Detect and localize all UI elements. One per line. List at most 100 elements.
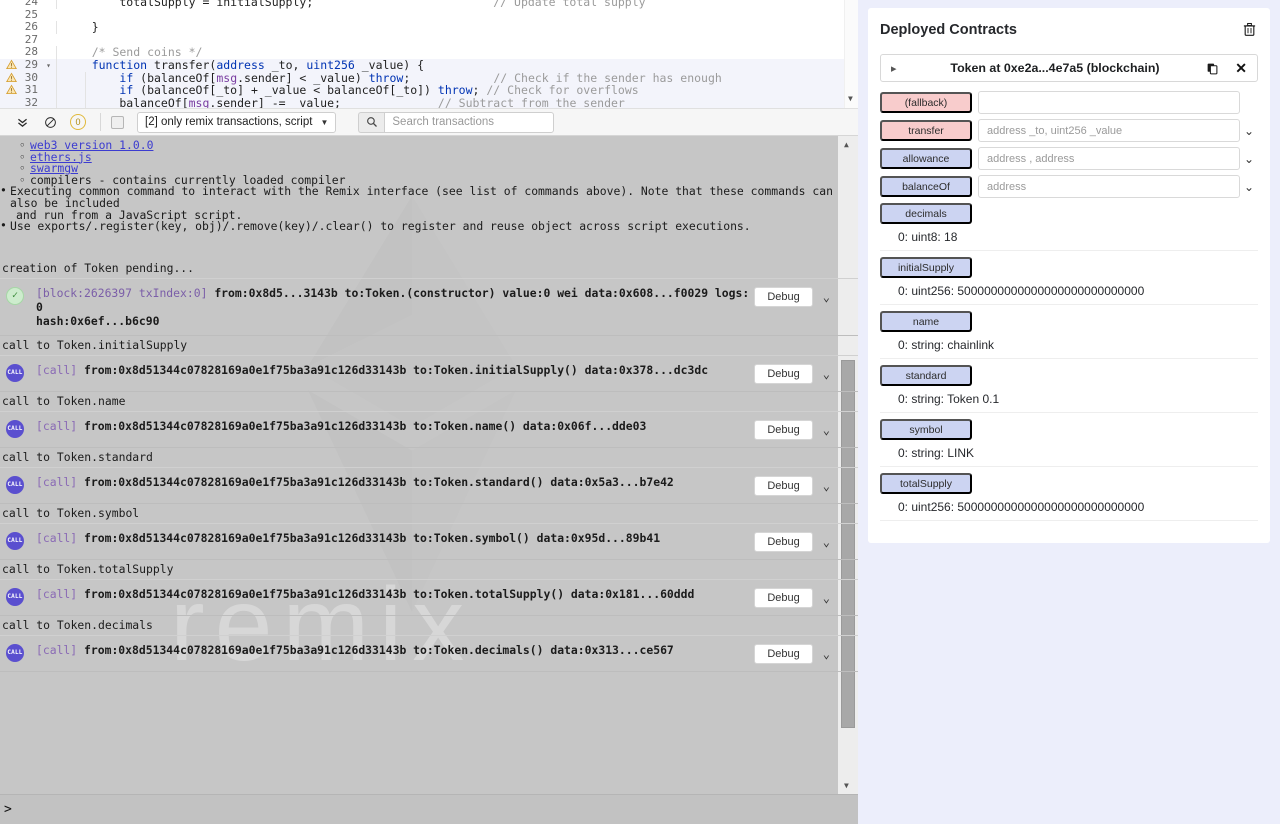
function-input-fallback[interactable] <box>978 91 1240 114</box>
copy-icon[interactable] <box>1203 62 1221 75</box>
close-icon[interactable]: ✕ <box>1221 60 1247 77</box>
code-line: 32 balanceOf[msg.sender] -= _value; // S… <box>0 95 858 108</box>
transaction-detail-text: [call] from:0x8d51344c07828169a0e1f75ba3… <box>36 475 754 489</box>
transaction-body: from:0x8d51344c07828169a0e1f75ba3a91c126… <box>84 362 709 377</box>
transaction-actions: Debug ⌄ <box>754 531 830 552</box>
function-result-value: 0: string: Token 0.1 <box>898 392 1000 406</box>
warning-icon[interactable] <box>6 59 18 71</box>
contract-function-result-group: standard 0: string: Token 0.1 <box>880 365 1258 413</box>
indent-guide <box>56 58 57 72</box>
chevron-down-icon[interactable]: ⌄ <box>823 535 830 549</box>
chevron-down-icon[interactable]: ⌄ <box>823 423 830 437</box>
caret-right-icon[interactable]: ▸ <box>891 62 907 75</box>
function-input-transfer[interactable]: address _to, uint256 _value <box>978 119 1240 142</box>
function-input-balanceof[interactable]: address <box>978 175 1240 198</box>
search-icon[interactable] <box>358 111 385 133</box>
call-badge-icon: CALL <box>6 475 24 494</box>
transaction-body: from:0x8d51344c07828169a0e1f75ba3a91c126… <box>84 418 647 433</box>
udapp-panel: Deployed Contracts ▸ Token at 0xe2a...4e… <box>858 0 1280 824</box>
terminal-transaction-row[interactable]: CALL [call] from:0x8d51344c07828169a0e1f7… <box>0 634 858 672</box>
transaction-filter-value: [2] only remix transactions, script <box>145 116 313 128</box>
terminal-transaction-row[interactable]: CALL [call] from:0x8d51344c07828169a0e1f7… <box>0 578 858 616</box>
debug-button[interactable]: Debug <box>754 475 813 496</box>
chevron-down-icon[interactable]: ⌄ <box>823 479 830 493</box>
chevron-down-icon[interactable]: ⌄ <box>1240 152 1258 166</box>
debug-button[interactable]: Debug <box>754 587 813 608</box>
terminal-text: Executing common command to interact wit… <box>10 184 833 210</box>
terminal-transaction-row[interactable]: ✓ [block:2626397 txIndex:0] from:0x8d5...… <box>0 277 858 336</box>
code-token: // Subtract from the sender <box>340 95 625 108</box>
function-input-allowance[interactable]: address , address <box>978 147 1240 170</box>
contract-function-group: balanceOf address ⌄ <box>880 175 1258 198</box>
function-button-standard[interactable]: standard <box>880 365 972 386</box>
debug-button[interactable]: Debug <box>754 531 813 552</box>
warning-icon[interactable] <box>6 72 18 84</box>
terminal-filter-checkbox[interactable] <box>111 115 124 129</box>
contract-name-label: Token at 0xe2a...4e7a5 (blockchain) <box>950 61 1160 75</box>
ban-icon[interactable] <box>36 109 64 135</box>
transaction-filter-select[interactable]: [2] only remix transactions, script ▼ <box>137 111 337 133</box>
code-token: // Update total supply <box>313 0 646 9</box>
chevron-down-icon[interactable]: ⌄ <box>823 367 830 381</box>
chevron-down-icon[interactable]: ⌄ <box>1240 180 1258 194</box>
terminal-transaction-row[interactable]: CALL [call] from:0x8d51344c07828169a0e1f7… <box>0 466 858 504</box>
code-text: totalSupply = initialSupply; // Update t… <box>44 0 646 9</box>
editor-vertical-scrollbar[interactable]: ▼ <box>844 0 858 108</box>
transaction-detail-text: [call] from:0x8d51344c07828169a0e1f75ba3… <box>36 419 754 433</box>
terminal-intro-line: web3 version 1.0.0 <box>0 139 858 152</box>
call-badge-icon: CALL <box>6 531 24 550</box>
debug-button[interactable]: Debug <box>754 643 813 664</box>
search-input[interactable]: Search transactions <box>384 111 555 133</box>
transaction-meta: [call] <box>36 362 85 377</box>
line-number: 32 <box>24 95 38 108</box>
terminal-transaction-row[interactable]: CALL [call] from:0x8d51344c07828169a0e1f7… <box>0 410 858 448</box>
function-button-balanceof[interactable]: balanceOf <box>880 176 972 197</box>
indent-guide <box>56 84 57 97</box>
transaction-body: from:0x8d51344c07828169a0e1f75ba3a91c126… <box>84 530 661 545</box>
code-editor[interactable]: 24 totalSupply = initialSupply; // Updat… <box>0 0 858 108</box>
chevron-double-down-icon[interactable] <box>8 109 36 135</box>
prompt-symbol: > <box>4 802 12 817</box>
contract-function-row: decimals <box>880 203 1258 224</box>
function-button-transfer[interactable]: transfer <box>880 120 972 141</box>
warning-icon[interactable] <box>6 84 18 96</box>
terminal-transaction-row[interactable]: CALL [call] from:0x8d51344c07828169a0e1f7… <box>0 522 858 560</box>
function-button-allowance[interactable]: allowance <box>880 148 972 169</box>
transaction-actions: Debug ⌄ <box>754 475 830 496</box>
call-badge-icon: CALL <box>6 643 24 662</box>
terminal-prompt[interactable]: > <box>0 794 858 824</box>
terminal-log[interactable]: remix web3 version 1.0.0ethers.jsswarmgw… <box>0 136 858 794</box>
debug-button[interactable]: Debug <box>754 419 813 440</box>
indent-guide <box>56 0 57 9</box>
function-button-fallback[interactable]: (fallback) <box>880 92 972 113</box>
chevron-down-icon[interactable]: ⌄ <box>823 290 830 304</box>
scroll-down-arrow-icon[interactable]: ▼ <box>844 781 849 790</box>
terminal-transaction-row[interactable]: CALL [call] from:0x8d51344c07828169a0e1f7… <box>0 354 858 392</box>
chevron-down-icon[interactable]: ⌄ <box>823 591 830 605</box>
indent-guide <box>56 96 57 108</box>
remix-ide-window: 24 totalSupply = initialSupply; // Updat… <box>0 0 1280 824</box>
function-button-symbol[interactable]: symbol <box>880 419 972 440</box>
debug-button[interactable]: Debug <box>754 286 813 307</box>
pending-count-badge[interactable]: 0 <box>64 109 92 135</box>
function-button-decimals[interactable]: decimals <box>880 203 972 224</box>
deployed-contract-header-row[interactable]: ▸ Token at 0xe2a...4e7a5 (blockchain) ✕ <box>880 54 1258 82</box>
transaction-detail-text: [call] from:0x8d51344c07828169a0e1f75ba3… <box>36 363 754 377</box>
terminal-intro-line: Use exports/.register(key, obj)/.remove(… <box>0 220 858 233</box>
line-number: 29 ▾ <box>0 58 51 72</box>
debug-button[interactable]: Debug <box>754 363 813 384</box>
scroll-down-arrow-icon[interactable]: ▼ <box>848 93 853 106</box>
function-button-initialsupply[interactable]: initialSupply <box>880 257 972 278</box>
trash-icon[interactable] <box>1242 22 1258 38</box>
chevron-down-icon[interactable]: ⌄ <box>823 647 830 661</box>
function-button-name[interactable]: name <box>880 311 972 332</box>
contract-function-row: allowance address , address ⌄ <box>880 147 1258 170</box>
function-button-totalsupply[interactable]: totalSupply <box>880 473 972 494</box>
terminal-call-label: call to Token.decimals <box>2 618 153 633</box>
contract-function-group: allowance address , address ⌄ <box>880 147 1258 170</box>
call-badge-icon: CALL <box>6 363 24 382</box>
code-line: 25 <box>0 8 858 22</box>
chevron-down-icon[interactable]: ⌄ <box>1240 124 1258 138</box>
contract-function-row: totalSupply <box>880 473 1258 494</box>
